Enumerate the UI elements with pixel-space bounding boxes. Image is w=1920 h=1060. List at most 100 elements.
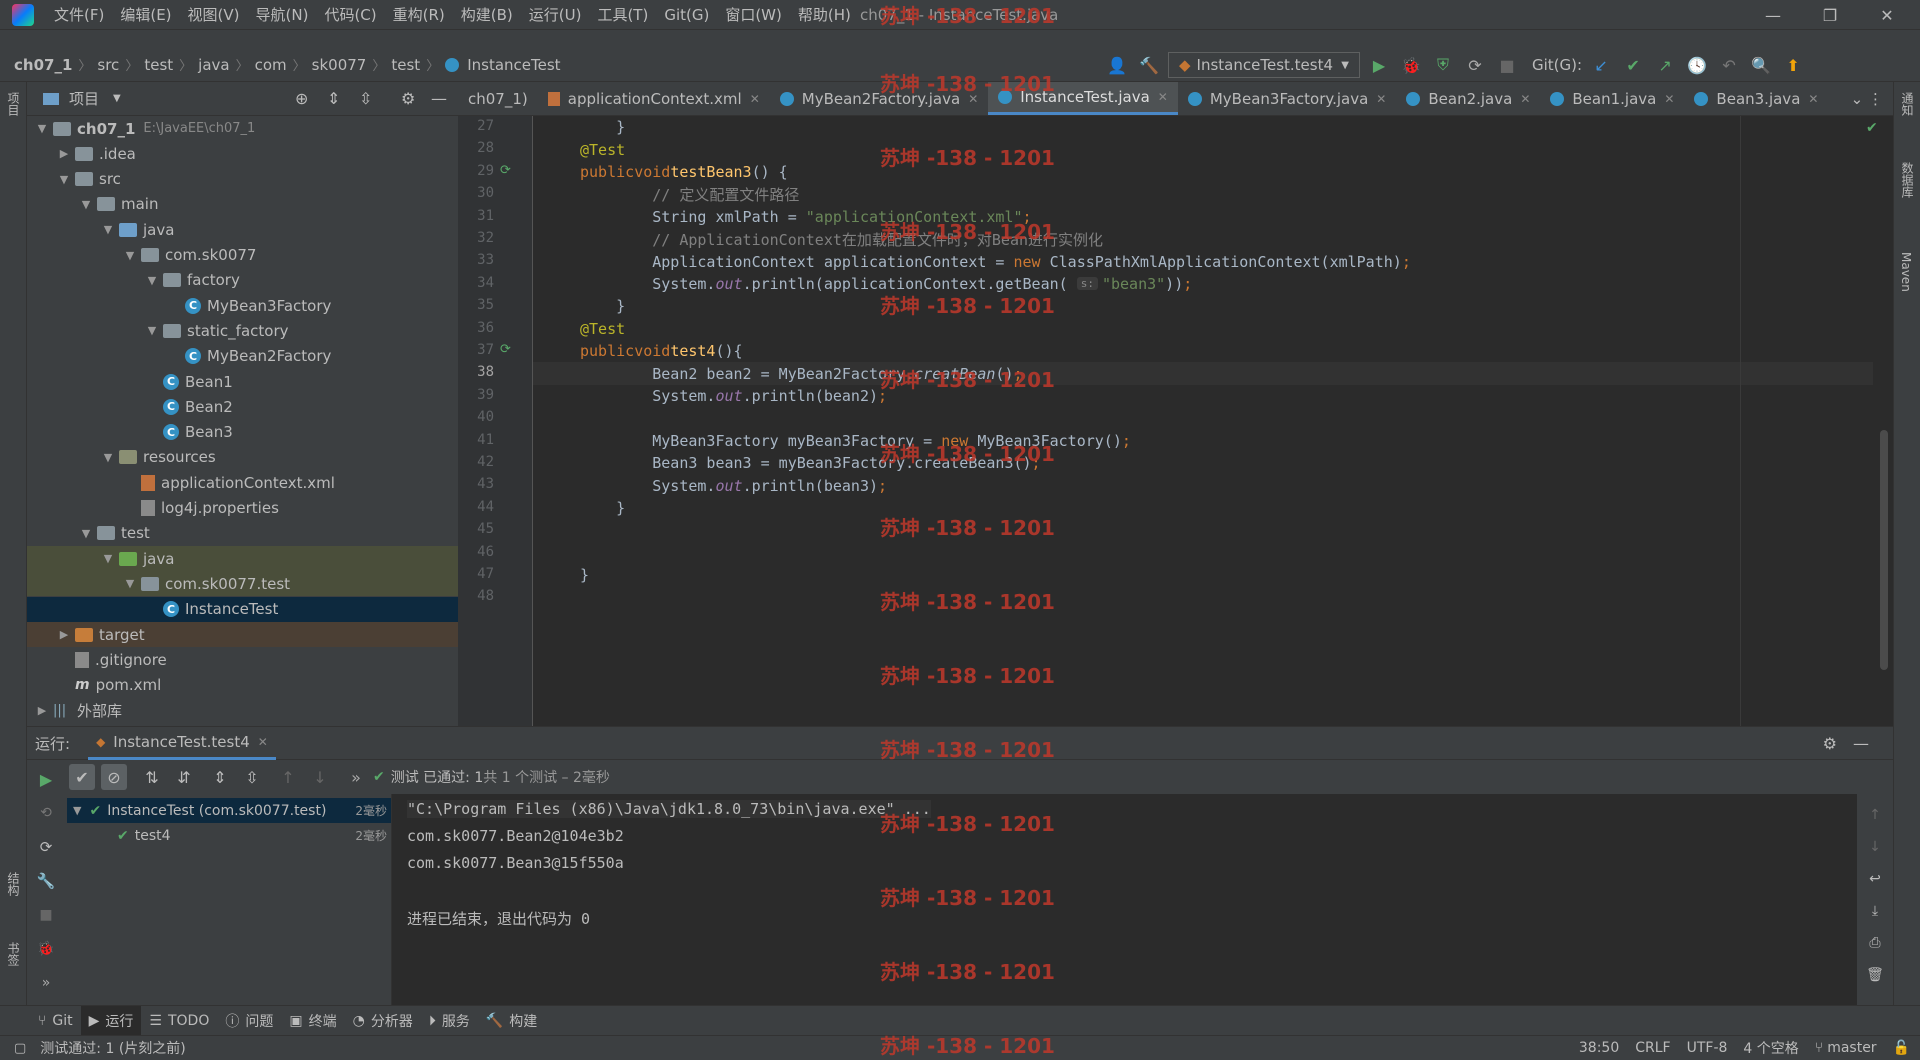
test-suite-row[interactable]: ▼ ✔ InstanceTest (com.sk0077.test) 2毫秒	[67, 798, 391, 823]
problems-tool-button[interactable]: ⓘ 问题	[217, 1006, 281, 1036]
tree-item[interactable]: ▼ static_factory	[27, 318, 458, 343]
build-hammer-icon[interactable]: 🔨	[1136, 52, 1162, 78]
crumb-project[interactable]: ch07_1	[14, 56, 72, 74]
panel-toggle-icon[interactable]: ▢	[14, 1041, 26, 1056]
show-ignored-icon[interactable]: ⊘	[101, 764, 127, 790]
run-test-gutter-icon[interactable]: ⟳	[500, 342, 511, 357]
down-icon[interactable]: ↓	[1862, 834, 1888, 860]
crumb-sk0077[interactable]: sk0077	[312, 56, 367, 74]
indent-setting[interactable]: 4 个空格	[1743, 1038, 1798, 1058]
tree-item[interactable]: m pom.xml	[27, 673, 458, 698]
hide-icon[interactable]: —	[1853, 734, 1869, 753]
editor-tab[interactable]: InstanceTest.java ✕	[988, 82, 1178, 115]
run-tab[interactable]: ◆ InstanceTest.test4 ✕	[88, 726, 276, 760]
git-push-icon[interactable]: ↗	[1652, 52, 1678, 78]
menu-edit[interactable]: 编辑(E)	[112, 4, 179, 25]
more-icon[interactable]: »	[343, 764, 369, 790]
chevron-down-icon[interactable]: ▼	[79, 527, 93, 540]
close-icon[interactable]: ✕	[750, 92, 760, 106]
menu-build[interactable]: 构建(B)	[453, 4, 521, 25]
services-tool-button[interactable]: ⏵ 服务	[421, 1006, 478, 1036]
tree-item[interactable]: ▼ test	[27, 521, 458, 546]
menu-run[interactable]: 运行(U)	[521, 4, 590, 25]
tree-item[interactable]: C Bean1	[27, 369, 458, 394]
crumb-test-pkg[interactable]: test	[391, 56, 420, 74]
close-icon[interactable]: ✕	[1520, 92, 1530, 106]
line-separator[interactable]: CRLF	[1635, 1040, 1670, 1056]
editor-tab[interactable]: Bean3.java ✕	[1684, 82, 1828, 115]
chevron-down-icon[interactable]: ▼	[113, 93, 121, 104]
menu-tools[interactable]: 工具(T)	[589, 4, 656, 25]
close-window-icon[interactable]: ✕	[1872, 4, 1902, 26]
run-test-gutter-icon[interactable]: ⟳	[500, 163, 511, 178]
tree-item[interactable]: applicationContext.xml	[27, 470, 458, 495]
editor-tab[interactable]: MyBean3Factory.java ✕	[1178, 82, 1397, 115]
expand-all-icon[interactable]: ⇕	[327, 89, 340, 108]
caret-position[interactable]: 38:50	[1579, 1040, 1619, 1056]
menu-code[interactable]: 代码(C)	[316, 4, 384, 25]
menu-git[interactable]: Git(G)	[656, 6, 717, 24]
chevron-down-icon[interactable]: ▼	[145, 274, 159, 287]
crumb-class[interactable]: InstanceTest	[467, 56, 560, 74]
chevron-right-icon[interactable]: ▶	[57, 147, 71, 160]
close-icon[interactable]: ✕	[1158, 90, 1168, 104]
stop-icon[interactable]: ■	[1494, 52, 1520, 78]
sort-duration-icon[interactable]: ⇵	[171, 764, 197, 790]
tree-item[interactable]: ▶ .idea	[27, 141, 458, 166]
show-passed-icon[interactable]: ✔	[69, 764, 95, 790]
git-branch[interactable]: master	[1827, 1040, 1876, 1056]
crumb-com[interactable]: com	[255, 56, 287, 74]
chevron-down-icon[interactable]: ▼	[35, 122, 49, 135]
tree-item[interactable]: C InstanceTest	[27, 596, 458, 622]
tree-item[interactable]: C Bean2	[27, 394, 458, 419]
chevron-down-icon[interactable]: ▼	[123, 577, 137, 590]
maven-tool-button[interactable]: Maven	[1899, 252, 1913, 292]
console-output[interactable]: "C:\Program Files (x86)\Java\jdk1.8.0_73…	[392, 794, 1857, 1005]
previous-icon[interactable]: ↑	[275, 764, 301, 790]
scroll-to-end-icon[interactable]: ⤓	[1862, 898, 1888, 924]
hide-icon[interactable]: —	[431, 89, 447, 108]
crumb-java[interactable]: java	[198, 56, 229, 74]
terminal-tool-button[interactable]: ▣ 终端	[281, 1006, 344, 1036]
coverage-icon[interactable]: ⛨	[1430, 52, 1456, 78]
trash-icon[interactable]: 🗑	[1862, 962, 1888, 988]
expand-all-icon[interactable]: ⇕	[207, 764, 233, 790]
run-config-select[interactable]: ◆ InstanceTest.test4 ▼	[1168, 52, 1360, 78]
code-editor[interactable]: } @Test public void testBean3() { // 定义配…	[533, 116, 1873, 726]
sort-alpha-icon[interactable]: ⇅	[139, 764, 165, 790]
lock-icon[interactable]: 🔓	[1893, 1040, 1910, 1056]
inspection-ok-icon[interactable]: ✔	[1866, 120, 1878, 136]
locate-icon[interactable]: ⊕	[295, 89, 308, 108]
toggle-auto-test-icon[interactable]: ⟳	[33, 834, 59, 860]
collapse-all-icon[interactable]: ⇳	[359, 89, 372, 108]
profiler-tool-button[interactable]: ◔ 分析器	[345, 1006, 421, 1036]
run-icon[interactable]: ▶	[1366, 52, 1392, 78]
editor-scrollbar[interactable]	[1880, 430, 1888, 670]
git-tool-button[interactable]: ⑂ Git	[30, 1006, 81, 1036]
chevron-right-icon[interactable]: ▶	[57, 628, 71, 641]
chevron-down-icon[interactable]: ▼	[79, 198, 93, 211]
structure-tool-button[interactable]: 结构	[5, 872, 22, 896]
tree-item[interactable]: C MyBean3Factory	[27, 293, 458, 318]
wrench-icon[interactable]: 🔧	[33, 868, 59, 894]
tree-item[interactable]: ▼ src	[27, 167, 458, 192]
menu-navigate[interactable]: 导航(N)	[248, 4, 317, 25]
tree-item[interactable]: log4j.properties	[27, 496, 458, 521]
close-icon[interactable]: ✕	[1376, 92, 1386, 106]
chevron-down-icon[interactable]: ▼	[101, 552, 115, 565]
close-icon[interactable]: ✕	[968, 92, 978, 106]
close-icon[interactable]: ✕	[1808, 92, 1818, 106]
tree-item[interactable]: ▶ ||| 外部库	[27, 698, 458, 723]
editor-tab[interactable]: Bean1.java ✕	[1540, 82, 1684, 115]
close-icon[interactable]: ✕	[1664, 92, 1674, 106]
chevron-down-icon[interactable]: ▼	[101, 451, 115, 464]
tree-item[interactable]: C Bean3	[27, 420, 458, 445]
more-icon[interactable]: »	[33, 970, 59, 996]
print-icon[interactable]: ⎙	[1862, 930, 1888, 956]
chevron-down-icon[interactable]: ▼	[57, 173, 71, 186]
tree-item[interactable]: ▶ target	[27, 622, 458, 647]
editor-tab[interactable]: Bean2.java ✕	[1396, 82, 1540, 115]
close-icon[interactable]: ✕	[258, 735, 268, 749]
database-tool-button[interactable]: 数据库	[1899, 162, 1916, 198]
editor-tab[interactable]: applicationContext.xml ✕	[538, 82, 770, 115]
